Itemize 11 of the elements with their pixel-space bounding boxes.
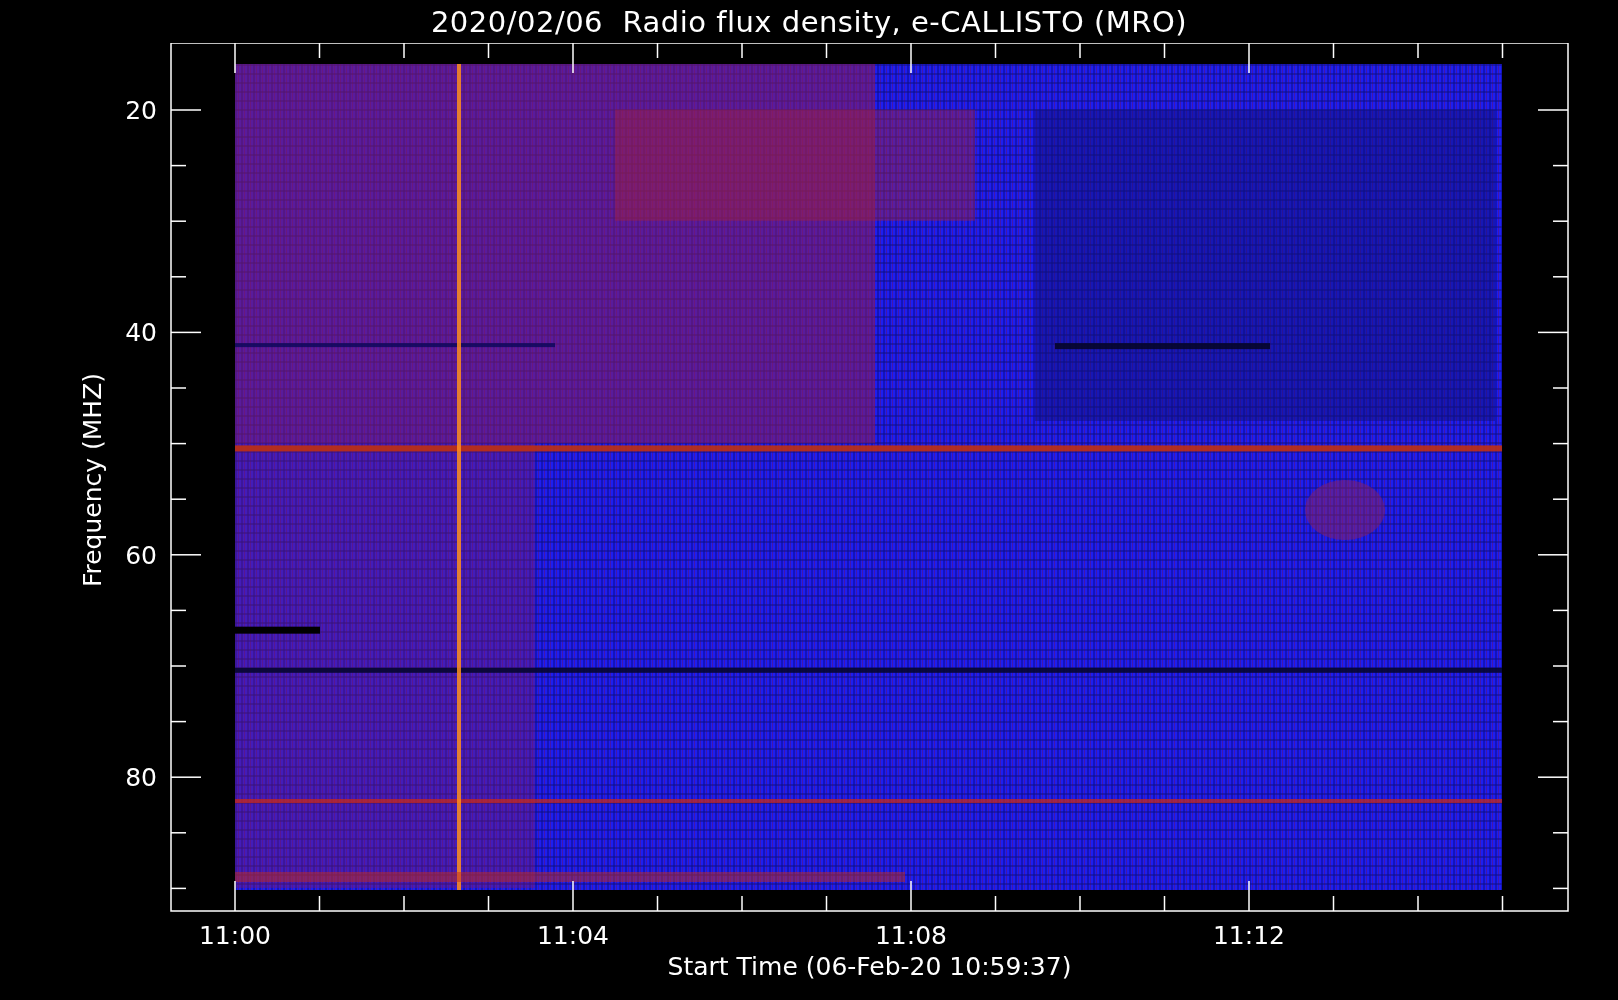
y-tick-label: 80: [125, 763, 157, 793]
x-tick-label: 11:08: [875, 921, 947, 950]
x-tick-label: 11:12: [1213, 921, 1285, 950]
y-tick-label: 40: [125, 318, 157, 348]
x-tick-label: 11:00: [199, 921, 271, 950]
x-axis-label: Start Time (06-Feb-20 10:59:37): [667, 952, 1072, 981]
chart-title: 2020/02/06 Radio flux density, e-CALLISTO (MRO): [430, 3, 1188, 41]
y-tick-label: 20: [125, 96, 157, 125]
y-tick-label: 60: [125, 540, 157, 570]
y-axis-label: Frequency (MHZ): [78, 372, 107, 588]
x-tick-label: 11:04: [537, 921, 609, 950]
